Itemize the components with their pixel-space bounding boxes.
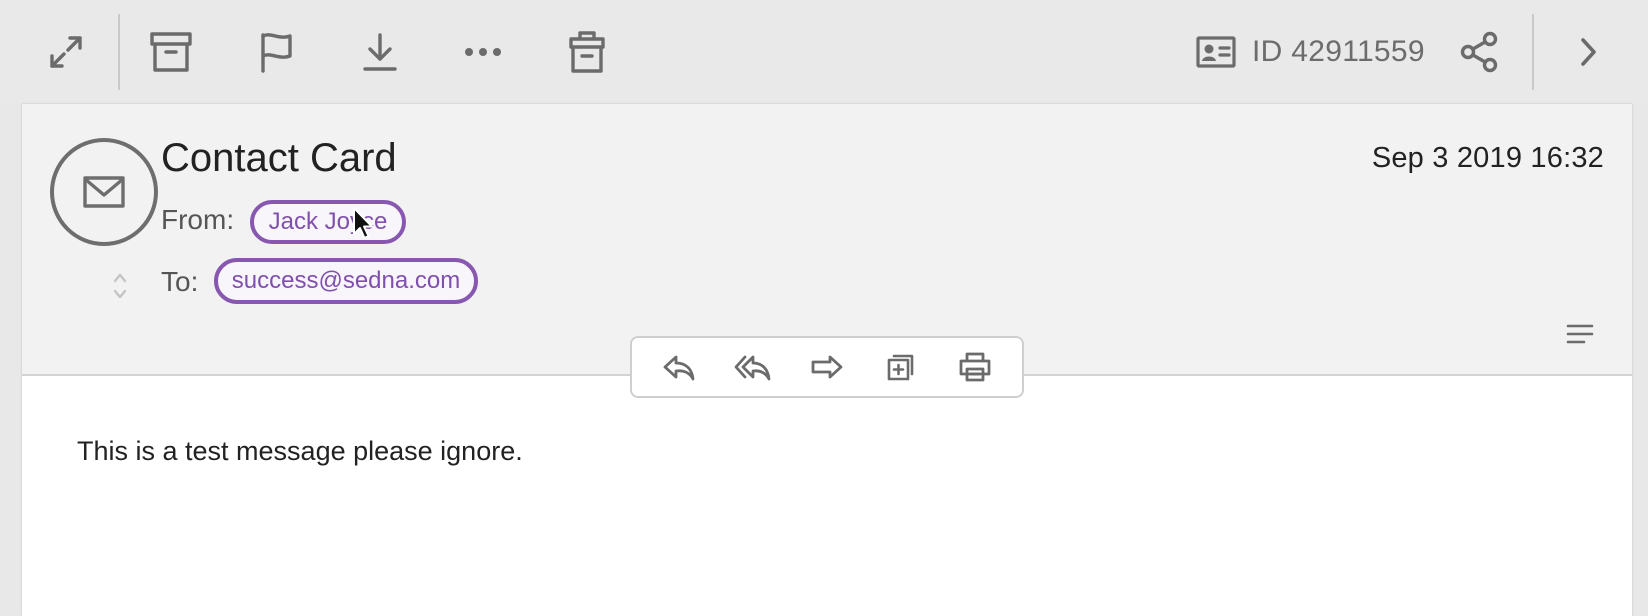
details-menu-button[interactable] [1566, 322, 1594, 346]
email-viewer: ID 42911559 Contact Card Sep 3 2019 16:3… [0, 0, 1648, 616]
message-subject: Contact Card [161, 136, 397, 180]
chevron-right-icon [1581, 38, 1596, 66]
flag-button[interactable] [246, 22, 306, 82]
download-icon [363, 33, 397, 71]
expand-icon [50, 36, 82, 68]
id-card-icon [1196, 36, 1236, 68]
copy-button[interactable] [875, 341, 927, 393]
trash-button[interactable] [557, 22, 617, 82]
print-button[interactable] [949, 341, 1001, 393]
chevron-up-down-icon [113, 273, 127, 299]
from-contact-pill[interactable]: Jack Joyce [250, 200, 406, 244]
message-id: ID 42911559 [1252, 35, 1425, 68]
menu-lines-icon [1566, 324, 1594, 344]
to-contact-pill[interactable]: success@sedna.com [214, 258, 478, 304]
forward-button[interactable] [801, 341, 853, 393]
mouse-cursor [353, 207, 373, 239]
sender-avatar [50, 138, 158, 246]
reply-icon [663, 355, 695, 381]
expand-button[interactable] [36, 22, 96, 82]
archive-button[interactable] [141, 22, 201, 82]
envelope-icon [83, 176, 125, 208]
top-toolbar: ID 42911559 [0, 0, 1648, 104]
toolbar-divider [1532, 14, 1534, 90]
message-date: Sep 3 2019 16:32 [1371, 142, 1604, 174]
to-label: To: [161, 266, 199, 297]
copy-icon [887, 354, 914, 381]
forward-icon [811, 355, 843, 379]
share-button[interactable] [1449, 22, 1509, 82]
reply-all-button[interactable] [727, 341, 779, 393]
more-icon [465, 48, 501, 56]
next-message-button[interactable] [1558, 22, 1618, 82]
toolbar-divider [118, 14, 120, 90]
expand-recipients-toggle[interactable] [110, 270, 130, 302]
message-body: This is a test message please ignore. [77, 436, 523, 466]
archive-icon [150, 32, 192, 72]
print-icon [959, 352, 991, 382]
message-id-badge: ID 42911559 [1196, 22, 1425, 82]
trash-icon [569, 31, 605, 73]
flag-icon [261, 33, 292, 73]
more-button[interactable] [453, 22, 513, 82]
download-button[interactable] [350, 22, 410, 82]
message-action-bar [630, 336, 1024, 398]
reply-all-icon [734, 355, 771, 381]
share-icon [1460, 31, 1498, 73]
reply-button[interactable] [653, 341, 705, 393]
from-label: From: [161, 204, 235, 235]
